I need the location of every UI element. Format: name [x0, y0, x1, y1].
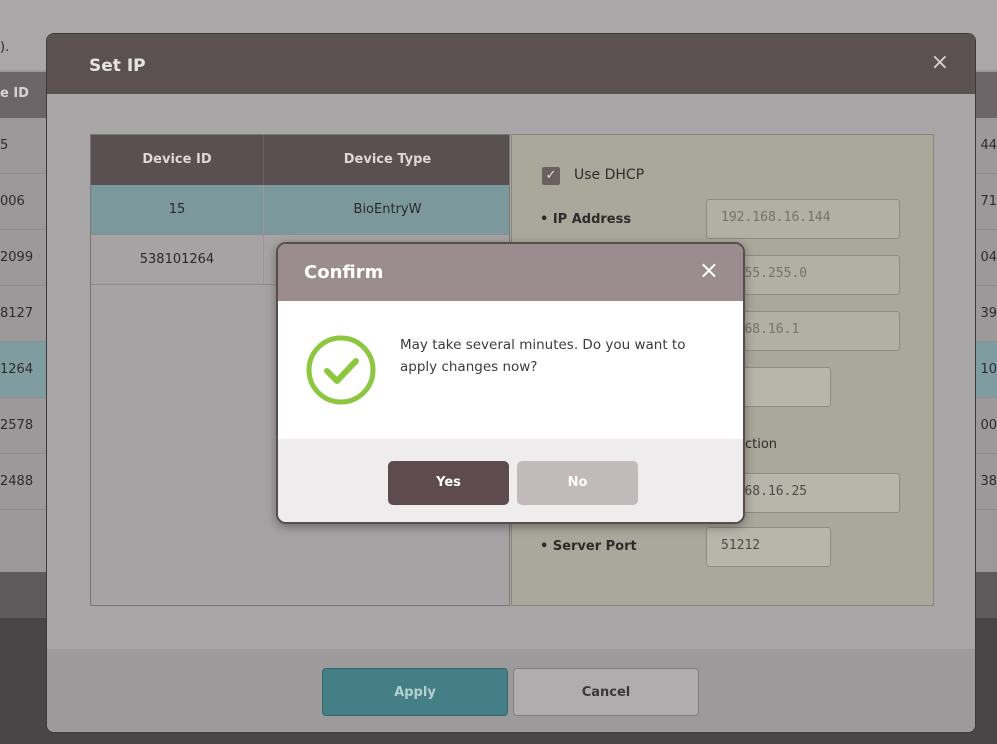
background-cell-left: 1264 — [0, 362, 34, 377]
background-cell-left: 2488 — [0, 474, 34, 489]
apply-button[interactable]: Apply — [322, 668, 508, 716]
use-dhcp-label: Use DHCP — [574, 167, 645, 183]
confirm-dialog: Confirm × May take several minutes. Do y… — [276, 242, 745, 524]
set-ip-header: Set IP × — [47, 34, 975, 94]
server-port-field[interactable]: 51212 — [706, 527, 831, 567]
device-type-cell: BioEntryW — [353, 202, 422, 217]
confirm-footer — [278, 439, 743, 522]
background-cell-right: 44 — [980, 138, 997, 153]
table-row[interactable]: 15 BioEntryW — [91, 185, 509, 235]
device-id-cell: 15 — [168, 202, 186, 217]
device-id-cell: 538101264 — [139, 252, 215, 267]
checkmark-icon — [306, 335, 376, 405]
yes-button[interactable]: Yes — [388, 461, 509, 505]
background-cell-right: 10 — [980, 362, 997, 377]
no-button[interactable]: No — [517, 461, 638, 505]
background-top-fragment: ). — [0, 40, 10, 55]
cancel-button[interactable]: Cancel — [513, 668, 699, 716]
ip-address-field[interactable]: 192.168.16.144 — [706, 199, 900, 239]
background-cell-right: 04 — [980, 250, 997, 265]
set-ip-title: Set IP — [89, 56, 146, 76]
use-dhcp-checkbox[interactable]: ✓ — [542, 167, 560, 185]
background-cell-right: 00 — [980, 418, 997, 433]
confirm-message: May take several minutes. Do you want to… — [400, 337, 686, 375]
background-header-text: e ID — [0, 86, 29, 101]
server-port-label: • Server Port — [540, 539, 637, 554]
background-cell-left: 2578 — [0, 418, 34, 433]
close-icon[interactable]: × — [699, 256, 719, 284]
background-cell-left: 2099 — [0, 250, 34, 265]
ip-address-label: • IP Address — [540, 212, 632, 227]
close-icon[interactable]: × — [931, 50, 949, 75]
confirm-title: Confirm — [304, 262, 384, 283]
background-cell-left: 5 — [0, 138, 9, 153]
set-ip-footer — [47, 649, 975, 732]
background-cell-left: 006 — [0, 194, 25, 209]
device-table-header: Device ID Device Type — [91, 135, 509, 185]
background-cell-right: 71 — [980, 194, 997, 209]
background-cell-left: 8127 — [0, 306, 34, 321]
column-header-device-type[interactable]: Device Type — [264, 152, 511, 167]
background-cell-right: 38 — [980, 474, 997, 489]
column-header-device-id[interactable]: Device ID — [91, 152, 263, 167]
cell-divider — [263, 235, 264, 284]
confirm-header: Confirm × — [278, 244, 743, 301]
background-cell-right: 39 — [980, 306, 997, 321]
